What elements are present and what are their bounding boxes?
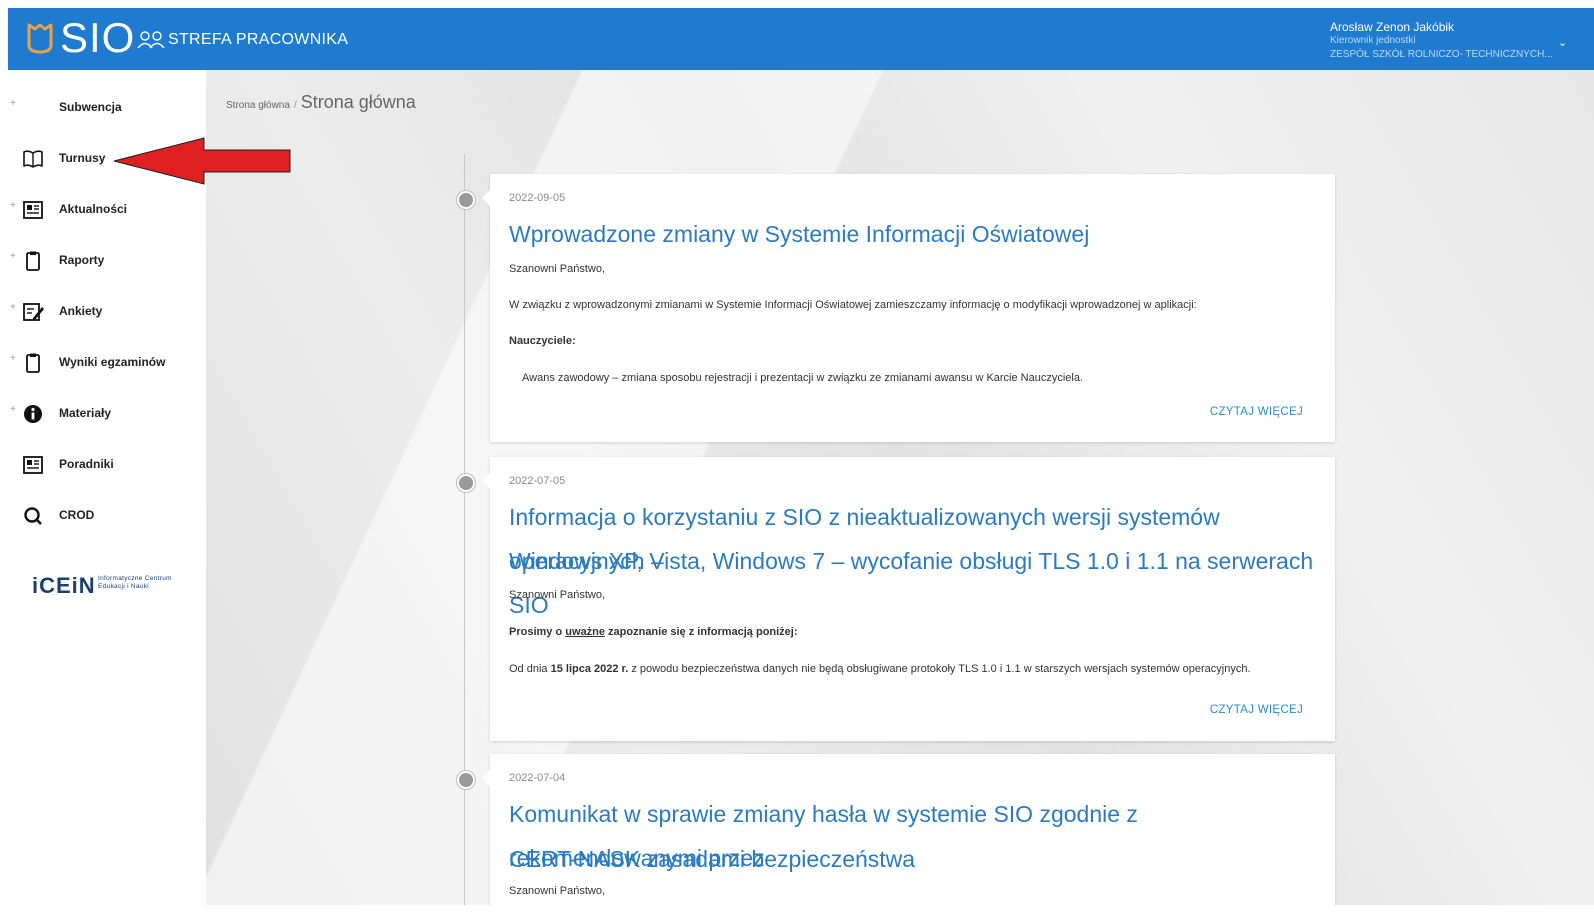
sidebar-item-aktualnosci[interactable]: + Aktualności [8, 189, 206, 229]
read-more-link[interactable]: CZYTAJ WIĘCEJ [1210, 704, 1303, 716]
sidebar-item-subwencja[interactable]: + Subwencja [8, 87, 206, 127]
logo-text[interactable]: SIO [60, 16, 135, 60]
sidebar-item-raporty[interactable]: + Raporty [8, 240, 206, 280]
breadcrumb-separator: / [293, 100, 297, 111]
timeline-dot [457, 474, 475, 492]
red-arrow-annotation [113, 137, 291, 185]
sidebar-item-label: Poradniki [59, 457, 114, 471]
icein-logo-subtitle: Informatyczne Centrum Edukacji i Nauki [98, 575, 198, 591]
app-subtitle: STREFA PRACOWNIKA [168, 31, 349, 48]
newspaper-icon [23, 201, 43, 219]
news-heading: Nauczyciele: [509, 335, 576, 347]
news-card: 2022-07-04 Komunikat w sprawie zmiany ha… [482, 754, 1335, 905]
read-more-link[interactable]: CZYTAJ WIĘCEJ [1210, 406, 1303, 418]
news-text: W związku z wprowadzonymi zmianami w Sys… [509, 299, 1197, 311]
info-circle-icon [24, 405, 42, 423]
app-frame: SIO STREFA PRACOWNIKA Arosław Zenon Jakó… [8, 8, 1594, 905]
sidebar-item-label: Materiały [59, 406, 112, 420]
user-role: Kierownik jednostki [1330, 35, 1416, 46]
sidebar-item-label: Subwencja [59, 100, 122, 114]
page-title: Strona główna [300, 92, 416, 112]
search-icon [24, 507, 42, 525]
edit-form-icon [23, 303, 44, 321]
timeline-dot [457, 191, 475, 209]
timeline-line [464, 154, 465, 905]
newspaper-icon [23, 456, 43, 474]
sidebar-item-wyniki-egzaminow[interactable]: + Wyniki egzaminów [8, 342, 206, 382]
text-emphasis: 15 lipca 2022 r. [550, 663, 629, 675]
user-name: Arosław Zenon Jakóbik [1330, 20, 1455, 34]
expand-icon[interactable]: + [10, 353, 16, 364]
news-text: Awans zawodowy – zmiana sposobu rejestra… [522, 372, 1084, 384]
text-fragment: zapoznanie się z informacją poniżej: [604, 626, 798, 638]
top-bar: SIO STREFA PRACOWNIKA Arosław Zenon Jakó… [8, 8, 1594, 70]
news-notice-line: Od dnia 15 lipca 2022 r. z powodu bezpie… [509, 663, 1329, 675]
news-title-line[interactable]: CERT-NASK zasadami bezpieczeństwa [509, 837, 1319, 881]
news-request-line: Prosimy o uważne zapoznanie się z inform… [509, 626, 1329, 638]
news-date: 2022-07-04 [509, 772, 566, 784]
sidebar-item-label: Raporty [59, 253, 105, 267]
icein-subtitle-line: Informatyczne Centrum [98, 575, 172, 582]
user-organization: ZESPÓŁ SZKÓŁ ROLNICZO- TECHNICZNYCH... [1330, 49, 1553, 60]
sio-logo-icon[interactable] [26, 21, 54, 55]
sidebar-item-materialy[interactable]: + Materiały [8, 393, 206, 433]
expand-icon[interactable]: + [10, 200, 16, 211]
timeline-dot [457, 771, 475, 789]
news-date: 2022-09-05 [509, 192, 566, 204]
sidebar-item-label: Aktualności [59, 202, 128, 216]
news-title[interactable]: Wprowadzone zmiany w Systemie Informacji… [509, 212, 1319, 256]
text-emphasis: uważne [565, 626, 605, 638]
news-title-line[interactable]: Windows XP, Vista, Windows 7 – wycofanie… [509, 539, 1319, 627]
book-open-icon [23, 150, 43, 168]
icein-subtitle-line: Edukacji i Nauki [98, 583, 150, 590]
text-fragment: z powodu bezpieczeństwa danych nie będą … [628, 663, 1251, 675]
sidebar-item-poradniki[interactable]: Poradniki [8, 444, 206, 484]
news-greeting: Szanowni Państwo, [509, 589, 605, 601]
sidebar-item-ankiety[interactable]: + Ankiety [8, 291, 206, 331]
expand-icon[interactable]: + [10, 98, 16, 109]
clipboard-icon [26, 251, 40, 271]
news-card: 2022-09-05 Wprowadzone zmiany w Systemie… [482, 174, 1335, 442]
sidebar-item-label: Ankiety [59, 304, 103, 318]
text-fragment: Od dnia [509, 663, 551, 675]
breadcrumb: Strona główna / Strona główna [226, 92, 416, 113]
news-date: 2022-07-05 [509, 475, 566, 487]
expand-icon[interactable]: + [10, 302, 16, 313]
expand-icon[interactable]: + [10, 251, 16, 262]
breadcrumb-home-link[interactable]: Strona główna [226, 100, 290, 111]
chevron-down-icon[interactable]: ⌄ [1558, 36, 1567, 49]
sidebar-item-label: CROD [59, 508, 95, 522]
user-menu[interactable]: Arosław Zenon Jakóbik Kierownik jednostk… [1330, 20, 1580, 62]
sidebar: + Subwencja Turnusy + Aktualności + Rapo… [8, 70, 206, 905]
clipboard-icon [26, 353, 40, 373]
expand-icon[interactable]: + [10, 404, 16, 415]
news-card: 2022-07-05 Informacja o korzystaniu z SI… [482, 457, 1335, 741]
people-icon [137, 31, 165, 49]
news-greeting: Szanowni Państwo, [509, 263, 605, 275]
sidebar-item-label: Wyniki egzaminów [59, 355, 166, 369]
news-greeting: Szanowni Państwo, [509, 885, 605, 897]
sidebar-item-label: Turnusy [59, 151, 106, 165]
icein-logo[interactable]: iCEiN [32, 573, 96, 599]
sidebar-item-crod[interactable]: CROD [8, 495, 206, 535]
text-fragment: Prosimy o [509, 626, 566, 638]
